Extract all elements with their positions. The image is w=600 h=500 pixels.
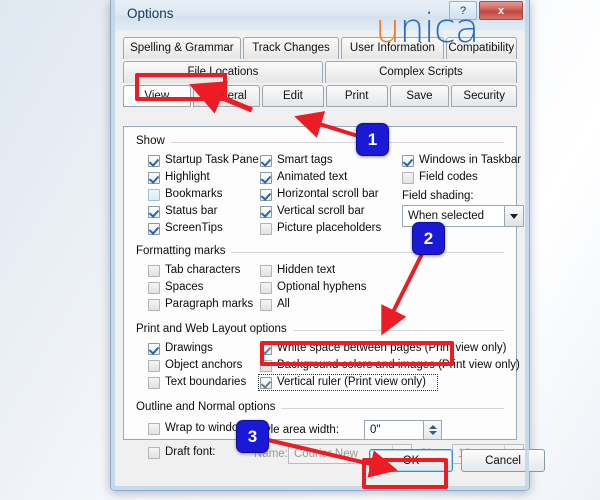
checkbox-object-anchors[interactable]: Object anchors bbox=[148, 359, 242, 372]
checkbox-wrap-to-window[interactable]: Wrap to window bbox=[148, 422, 247, 435]
checkbox-box bbox=[148, 265, 160, 277]
highlight-box-vertical-ruler bbox=[260, 341, 454, 366]
checkbox-box bbox=[148, 299, 160, 311]
view-tab-panel: Show Startup Task Pane Highlight Bookmar… bbox=[123, 126, 524, 464]
checkbox-box bbox=[148, 423, 160, 435]
chevron-down-icon[interactable] bbox=[504, 206, 523, 226]
help-icon[interactable]: ? bbox=[449, 1, 477, 20]
focus-outline bbox=[258, 374, 438, 391]
checkbox-paragraph-marks[interactable]: Paragraph marks bbox=[148, 298, 253, 311]
tab-compatibility[interactable]: Compatibility bbox=[445, 37, 517, 59]
checkbox-picture-placeholders[interactable]: Picture placeholders bbox=[260, 222, 381, 235]
group-formatting-marks: Formatting marks Tab characters Spaces P… bbox=[136, 245, 504, 315]
tab-edit[interactable]: Edit bbox=[262, 85, 324, 107]
checkbox-box bbox=[148, 172, 160, 184]
page-title: Options bbox=[127, 6, 174, 21]
checkbox-startup-task-pane[interactable]: Startup Task Pane bbox=[148, 154, 259, 167]
highlight-box-ok bbox=[362, 458, 448, 489]
checkbox-windows-in-taskbar[interactable]: Windows in Taskbar bbox=[402, 154, 521, 167]
spinner-up-down-icon[interactable] bbox=[423, 421, 441, 439]
style-area-width-value: 0" bbox=[370, 424, 381, 436]
step-badge-3: 3 bbox=[236, 420, 269, 453]
checkbox-box bbox=[260, 282, 272, 294]
checkbox-optional-hyphens[interactable]: Optional hyphens bbox=[260, 281, 367, 294]
dialog-title-bar[interactable]: Options ? x bbox=[111, 0, 529, 32]
tab-security[interactable]: Security bbox=[451, 85, 517, 107]
checkbox-screentips[interactable]: ScreenTips bbox=[148, 222, 223, 235]
tab-spelling-grammar[interactable]: Spelling & Grammar bbox=[123, 37, 241, 59]
highlight-box-view-tab bbox=[135, 73, 227, 101]
close-icon[interactable]: x bbox=[479, 1, 523, 20]
checkbox-box bbox=[148, 282, 160, 294]
checkbox-box bbox=[148, 189, 160, 201]
checkbox-hidden-text[interactable]: Hidden text bbox=[260, 264, 335, 277]
style-area-width-input[interactable]: 0" bbox=[364, 420, 442, 440]
checkbox-box bbox=[148, 155, 160, 167]
checkbox-box bbox=[260, 299, 272, 311]
checkbox-box bbox=[260, 172, 272, 184]
checkbox-box bbox=[402, 155, 414, 167]
tab-user-information[interactable]: User Information bbox=[341, 37, 444, 59]
tab-row-1: Spelling & Grammar Track Changes User In… bbox=[123, 37, 517, 59]
checkbox-box bbox=[148, 377, 160, 389]
group-outline-title: Outline and Normal options bbox=[136, 401, 282, 413]
field-shading-value: When selected bbox=[408, 210, 485, 222]
group-printweb-title: Print and Web Layout options bbox=[136, 323, 293, 335]
tab-complex-scripts[interactable]: Complex Scripts bbox=[324, 61, 517, 83]
tab-track-changes[interactable]: Track Changes bbox=[242, 37, 340, 59]
checkbox-vertical-scroll-bar[interactable]: Vertical scroll bar bbox=[260, 205, 365, 218]
checkbox-bookmarks[interactable]: Bookmarks bbox=[148, 188, 223, 201]
checkbox-box bbox=[148, 206, 160, 218]
cancel-button[interactable]: Cancel bbox=[461, 449, 545, 472]
checkbox-status-bar[interactable]: Status bar bbox=[148, 205, 217, 218]
checkbox-spaces[interactable]: Spaces bbox=[148, 281, 203, 294]
checkbox-animated-text[interactable]: Animated text bbox=[260, 171, 347, 184]
group-show: Show Startup Task Pane Highlight Bookmar… bbox=[136, 135, 524, 239]
checkbox-box bbox=[260, 189, 272, 201]
step-badge-1: 1 bbox=[356, 123, 389, 156]
checkbox-box bbox=[260, 206, 272, 218]
checkbox-box bbox=[148, 360, 160, 372]
checkbox-text-boundaries[interactable]: Text boundaries bbox=[148, 376, 246, 389]
checkbox-tab-characters[interactable]: Tab characters bbox=[148, 264, 240, 277]
checkbox-box bbox=[148, 343, 160, 355]
checkbox-field-codes[interactable]: Field codes bbox=[402, 171, 478, 184]
checkbox-all[interactable]: All bbox=[260, 298, 290, 311]
tab-save[interactable]: Save bbox=[389, 85, 450, 107]
checkbox-box bbox=[260, 265, 272, 277]
checkbox-horizontal-scroll-bar[interactable]: Horizontal scroll bar bbox=[260, 188, 379, 201]
field-shading-label: Field shading: bbox=[402, 190, 474, 202]
checkbox-drawings[interactable]: Drawings bbox=[148, 342, 213, 355]
checkbox-box bbox=[260, 155, 272, 167]
checkbox-box bbox=[148, 223, 160, 235]
step-badge-2: 2 bbox=[412, 222, 445, 255]
group-show-title: Show bbox=[136, 135, 171, 147]
tab-print[interactable]: Print bbox=[325, 85, 388, 107]
checkbox-smart-tags[interactable]: Smart tags bbox=[260, 154, 333, 167]
checkbox-highlight[interactable]: Highlight bbox=[148, 171, 210, 184]
checkbox-box bbox=[148, 447, 160, 459]
window-controls: ? x bbox=[449, 1, 523, 20]
checkbox-box bbox=[260, 223, 272, 235]
checkbox-draft-font[interactable]: Draft font: bbox=[148, 446, 216, 459]
checkbox-box bbox=[402, 172, 414, 184]
group-formatting-title: Formatting marks bbox=[136, 245, 232, 257]
